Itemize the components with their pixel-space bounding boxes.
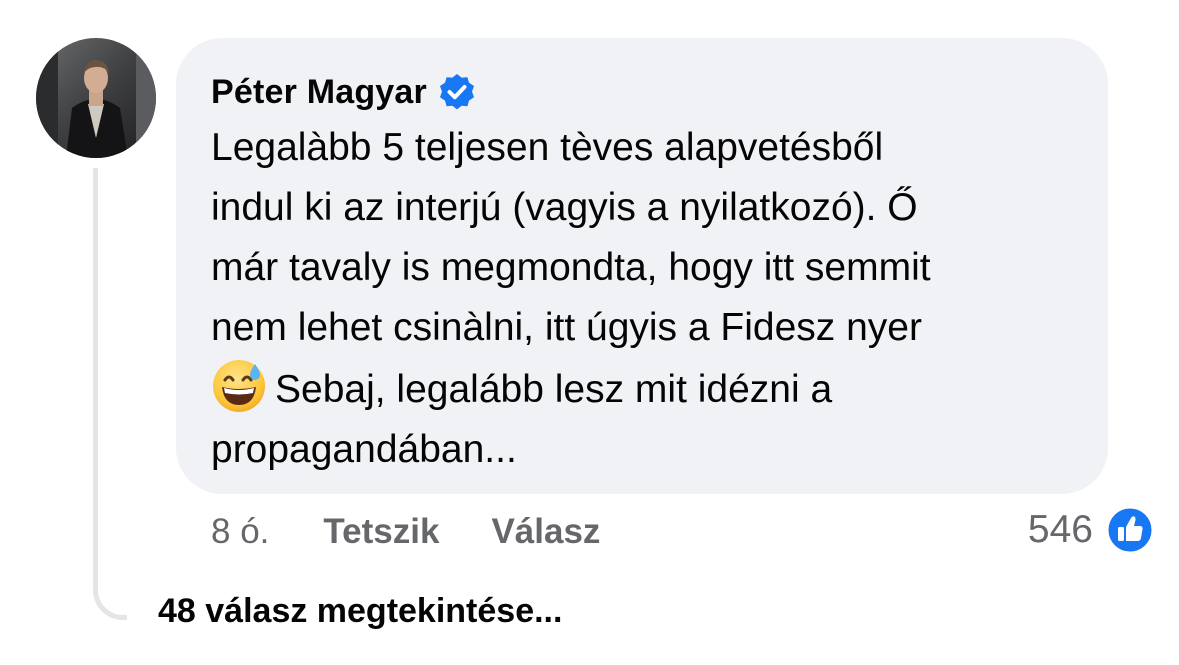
comment-text-line: már tavaly is megmondta, hogy itt semmit xyxy=(211,246,931,289)
comment-bubble: Péter Magyar Legalàbb 5 teljesen tèves a… xyxy=(176,38,1108,494)
comment-actions: 8 ó. Tetszik Válasz xyxy=(211,508,600,556)
comment-header: Péter Magyar xyxy=(211,70,1074,114)
like-thumbs-up-icon xyxy=(1105,505,1155,555)
reply-button[interactable]: Válasz xyxy=(491,512,600,552)
comment-text: Legalàbb 5 teljesen tèves alapvetésből i… xyxy=(211,118,1074,480)
avatar[interactable] xyxy=(36,38,156,158)
verified-badge-icon xyxy=(437,72,477,112)
profile-photo-icon xyxy=(36,38,156,158)
author-name[interactable]: Péter Magyar xyxy=(211,73,427,112)
comment-text-line: nem lehet csinàlni, itt úgyis a Fidesz n… xyxy=(211,306,922,349)
reaction-summary[interactable]: 546 xyxy=(1028,504,1155,556)
grinning-face-with-sweat-icon xyxy=(211,358,267,414)
comment-text-line: propagandában... xyxy=(211,428,517,471)
comment-text-line: indul ki az interjú (vagyis a nyilatkozó… xyxy=(211,186,918,229)
comment-timestamp[interactable]: 8 ó. xyxy=(211,512,269,552)
comment-text-line: Legalàbb 5 teljesen tèves alapvetésből xyxy=(211,126,884,169)
reaction-count: 546 xyxy=(1027,508,1093,551)
like-button[interactable]: Tetszik xyxy=(323,512,439,552)
comment-text-after-emoji: Sebaj, legalább lesz mit idézni a xyxy=(275,368,833,411)
comment-text-line-with-emoji: Sebaj, legalább lesz mit idézni a xyxy=(211,358,1074,420)
reply-thread-line xyxy=(93,168,127,620)
view-replies-link[interactable]: 48 válasz megtekintése... xyxy=(158,592,562,631)
